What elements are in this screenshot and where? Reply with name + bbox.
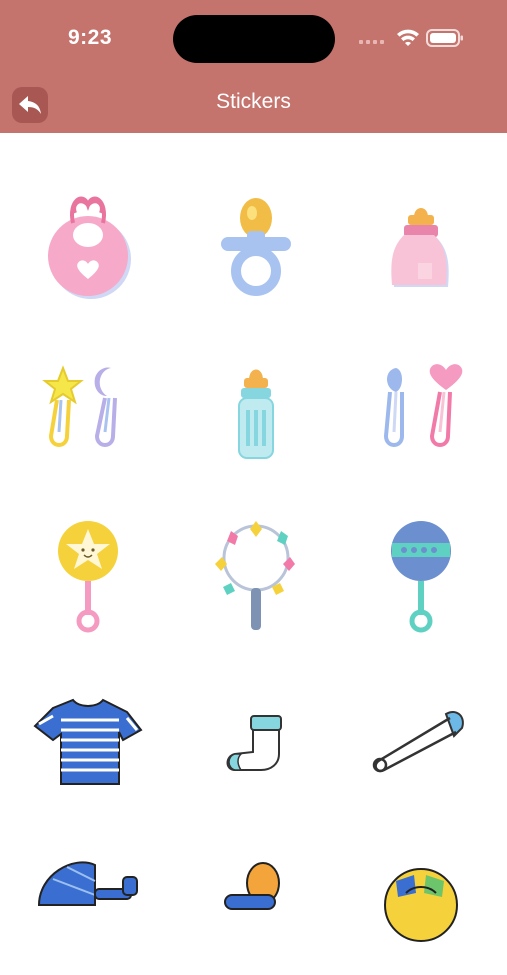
ring-rattle-icon xyxy=(215,521,295,630)
sticker-ring-rattle[interactable] xyxy=(191,513,321,643)
header-bar: 9:23 Stickers xyxy=(0,0,507,133)
sticker-stroller[interactable] xyxy=(23,845,153,975)
baby-bottle-blue-icon xyxy=(238,369,274,459)
star-rattle-icon xyxy=(58,521,118,633)
safety-pin-icon xyxy=(372,710,464,773)
sticker-grid xyxy=(0,133,507,942)
sticker-safety-pins-heart[interactable] xyxy=(356,348,486,478)
sticker-safety-pin[interactable] xyxy=(356,678,486,808)
ball-icon xyxy=(384,868,458,942)
baby-sock-icon xyxy=(226,715,282,771)
wifi-icon xyxy=(397,29,419,46)
sticker-baby-bottle-pink[interactable] xyxy=(356,183,486,313)
sticker-pacifier-orange[interactable] xyxy=(191,845,321,975)
status-icons xyxy=(359,26,469,50)
sticker-ball[interactable] xyxy=(356,845,486,975)
baby-bottle-pink-icon xyxy=(391,208,449,287)
sticker-pacifier[interactable] xyxy=(191,183,321,313)
safety-pins-heart-icon xyxy=(383,364,463,447)
dynamic-island xyxy=(173,15,335,63)
pacifier-icon xyxy=(221,198,291,296)
sticker-baby-sock[interactable] xyxy=(191,678,321,808)
status-time: 9:23 xyxy=(68,26,113,49)
ball-rattle-icon xyxy=(391,521,451,633)
stroller-icon xyxy=(37,861,138,906)
sticker-striped-shirt[interactable] xyxy=(23,678,153,808)
sticker-ball-rattle[interactable] xyxy=(356,513,486,643)
bib-icon xyxy=(48,196,131,299)
signal-icon xyxy=(359,40,384,44)
sticker-safety-pins-star-moon[interactable] xyxy=(23,348,153,478)
sticker-baby-bottle-blue[interactable] xyxy=(191,348,321,478)
pacifier-orange-icon xyxy=(224,862,280,910)
safety-pins-star-moon-icon xyxy=(42,365,117,447)
sticker-bib[interactable] xyxy=(23,183,153,313)
striped-shirt-icon xyxy=(33,698,143,785)
battery-icon xyxy=(426,29,463,47)
page-title: Stickers xyxy=(216,90,291,113)
sticker-star-rattle[interactable] xyxy=(23,513,153,643)
